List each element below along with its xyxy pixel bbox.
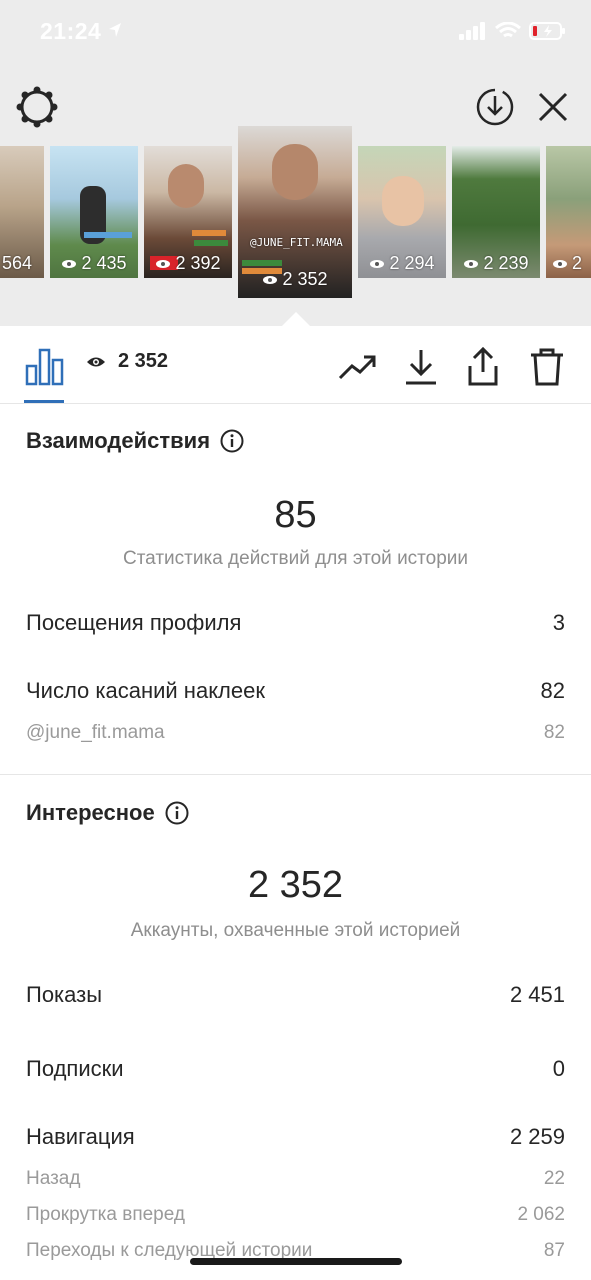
thumbnail-views: 564	[0, 253, 44, 274]
home-indicator[interactable]	[190, 1258, 402, 1265]
metric-value: 3	[552, 610, 565, 635]
thumbnail-sticker	[192, 230, 226, 236]
battery-icon	[529, 22, 565, 40]
metric-label: Прокрутка вперед	[26, 1204, 185, 1225]
metric-label: Подписки	[26, 1056, 124, 1081]
section-divider	[0, 774, 591, 775]
story-thumbnail[interactable]: 2 239	[452, 146, 540, 278]
download-icon[interactable]	[400, 346, 442, 388]
metric-row: Подписки 0	[26, 1056, 565, 1082]
eye-icon	[263, 275, 278, 284]
metric-subrow: Назад 22	[26, 1168, 565, 1190]
metric-label: Посещения профиля	[26, 610, 242, 635]
reach-total: 2 352	[247, 864, 344, 906]
interactions-caption: Статистика действий для этой истории	[122, 548, 469, 569]
settings-icon[interactable]	[16, 86, 58, 128]
thumbnail-sticker	[84, 232, 132, 238]
active-tab-indicator	[24, 400, 64, 403]
metric-label: @june_fit.mama	[26, 722, 165, 743]
download-circle-icon[interactable]	[474, 86, 516, 128]
interactions-total: 85	[274, 494, 317, 536]
wifi-icon	[495, 22, 521, 38]
metric-value: 82	[540, 678, 565, 703]
status-time: 21:24	[40, 18, 102, 44]
story-thumbnail-selected[interactable]: @JUNE_FIT.MAMA 2 352	[238, 126, 352, 298]
metric-value: 0	[552, 1056, 565, 1081]
metric-label: Назад	[26, 1168, 81, 1189]
metric-value: 2 259	[509, 1124, 565, 1149]
insights-panel: 2 352 Взаимодействия 85 Статистика дейст…	[0, 326, 591, 1280]
trend-icon[interactable]	[336, 346, 378, 388]
story-thumbnails: 564 2 435 2 392 @JUNE_FIT.MAMA 2 352 2 2…	[0, 126, 591, 298]
info-icon[interactable]	[165, 801, 189, 825]
thumbnail-views-count: 2 435	[81, 253, 127, 273]
thumbnail-views: 2 352	[238, 269, 352, 290]
signal-icon	[459, 22, 485, 40]
metric-value: 2 062	[517, 1204, 565, 1225]
thumbnail-views-count: 2 352	[282, 269, 328, 289]
thumbnail-views-count: 564	[2, 253, 33, 273]
views-count: 2 352	[118, 350, 169, 372]
bar-chart-icon[interactable]	[24, 346, 64, 386]
eye-icon	[156, 259, 171, 268]
insights-toolbar: 2 352	[0, 326, 591, 404]
trash-icon[interactable]	[526, 346, 568, 388]
metric-value: 2 451	[509, 982, 565, 1007]
eye-icon	[62, 259, 77, 268]
story-thumbnail[interactable]: 564	[0, 146, 44, 278]
metric-value: 87	[543, 1240, 565, 1261]
metric-label: Навигация	[26, 1124, 135, 1149]
status-indicators	[459, 22, 567, 40]
story-thumbnail[interactable]: 2	[546, 146, 591, 278]
interactions-title-text: Взаимодействия	[26, 428, 211, 453]
eye-icon	[87, 357, 105, 366]
story-thumbnail[interactable]: 2 435	[50, 146, 138, 278]
metric-label: Показы	[26, 982, 103, 1007]
story-thumbnail[interactable]: 2 392	[144, 146, 232, 278]
thumbnail-views: 2 392	[144, 253, 232, 274]
stories-header: 21:24 564 2 435 2 392 @JUNE_FIT.MAMA 2 3…	[0, 0, 591, 326]
thumbnail-views-count: 2 392	[175, 253, 221, 273]
thumbnail-views: 2	[546, 253, 591, 274]
interactions-title: Взаимодействия	[26, 428, 244, 454]
metric-subrow: @june_fit.mama 82	[26, 722, 565, 744]
reach-caption: Аккаунты, охваченные этой историей	[130, 920, 461, 941]
thumbnail-handle: @JUNE_FIT.MAMA	[250, 236, 343, 249]
status-bar: 21:24	[0, 0, 591, 64]
discovery-title: Интересное	[26, 800, 189, 826]
thumbnail-views-count: 2 239	[483, 253, 529, 273]
location-arrow-icon	[109, 23, 121, 37]
thumbnail-figure	[272, 144, 318, 200]
eye-icon	[370, 259, 385, 268]
eye-icon	[464, 259, 479, 268]
thumbnail-views-count: 2 294	[389, 253, 435, 273]
metric-value: 22	[543, 1168, 565, 1189]
thumbnail-sticker	[242, 260, 282, 266]
thumbnail-views: 2 239	[452, 253, 540, 274]
thumbnail-figure	[168, 164, 204, 208]
thumbnail-sticker	[194, 240, 228, 246]
metric-row: Число касаний наклеек 82	[26, 678, 565, 704]
metric-row: Посещения профиля 3	[26, 610, 565, 636]
thumbnail-views: 2 294	[358, 253, 446, 274]
views-info: 2 352	[86, 350, 168, 373]
metric-row: Навигация 2 259	[26, 1124, 565, 1150]
thumbnail-views-count: 2	[572, 253, 583, 273]
discovery-title-text: Интересное	[26, 800, 155, 825]
metric-subrow: Прокрутка вперед 2 062	[26, 1204, 565, 1226]
share-icon[interactable]	[462, 346, 504, 388]
close-icon[interactable]	[534, 88, 572, 126]
thumbnail-figure	[382, 176, 424, 226]
metric-row: Показы 2 451	[26, 982, 565, 1008]
info-icon[interactable]	[220, 429, 244, 453]
eye-icon	[553, 259, 567, 268]
thumbnail-views: 2 435	[50, 253, 138, 274]
metric-label: Число касаний наклеек	[26, 678, 265, 703]
metric-value: 82	[543, 722, 565, 743]
story-thumbnail[interactable]: 2 294	[358, 146, 446, 278]
